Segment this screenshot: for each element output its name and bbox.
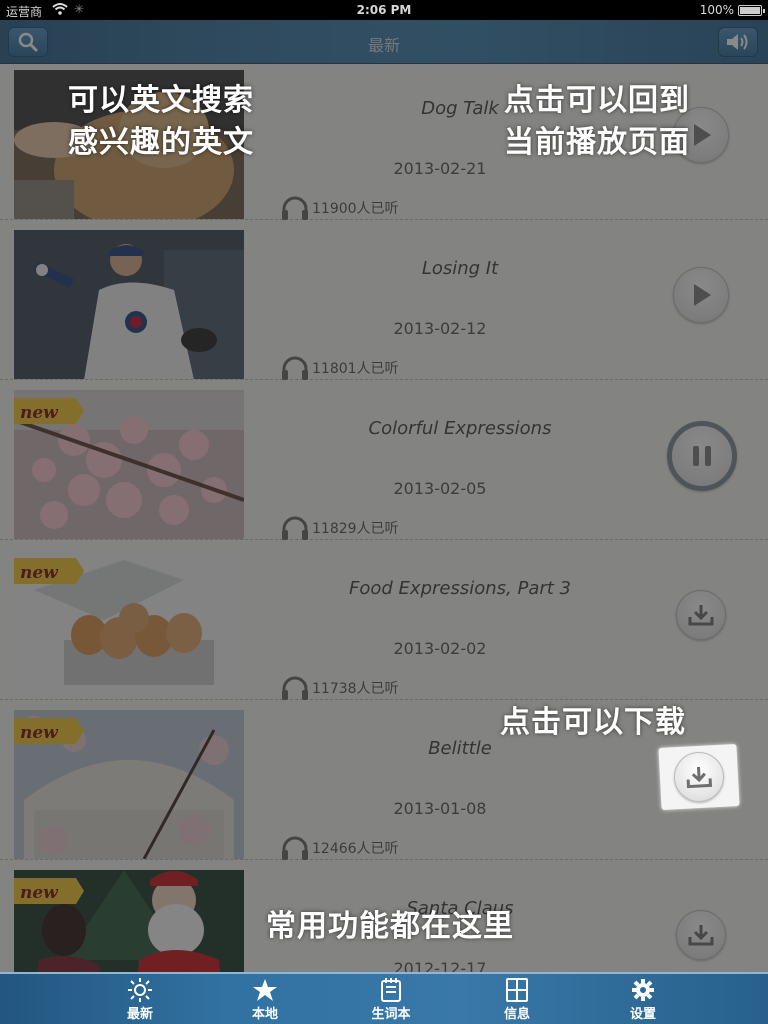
nav-header: 最新 <box>0 20 768 64</box>
episode-thumbnail: new <box>14 710 244 859</box>
tip-player-line2: 当前播放页面 <box>504 125 690 160</box>
episode-date: 2013-02-12 <box>393 319 487 338</box>
page-title: 最新 <box>367 36 400 55</box>
list-item[interactable]: Losing It 2013-02-12 11801人已听 <box>0 220 768 380</box>
listener-count: 11738人已听 <box>280 675 399 701</box>
tab-info[interactable]: 信息 <box>482 978 552 1022</box>
new-badge: new <box>14 398 84 424</box>
headphones-icon <box>282 196 308 220</box>
tab-vocabulary[interactable]: 生词本 <box>356 978 426 1022</box>
list-item[interactable]: new Food Expressions, Part 3 2013-02-02 … <box>0 540 768 700</box>
tab-local[interactable]: 本地 <box>230 978 300 1022</box>
episode-date: 2013-02-02 <box>393 639 487 658</box>
star-icon <box>253 979 277 1001</box>
tab-label: 最新 <box>126 1007 153 1022</box>
battery-icon <box>738 5 765 16</box>
listener-count: 11829人已听 <box>280 515 399 541</box>
svg-text:new: new <box>20 883 59 903</box>
tab-label: 本地 <box>251 1007 278 1022</box>
episode-title[interactable]: Food Expressions, Part 3 <box>260 578 660 599</box>
download-button[interactable] <box>672 906 730 964</box>
tip-player-line1: 点击可以回到 <box>504 83 690 118</box>
headphones-icon <box>282 676 308 700</box>
tip-tabs: 常用功能都在这里 <box>266 909 514 944</box>
episode-thumbnail: new <box>14 870 244 976</box>
list-item[interactable]: new Colorful Expressions 2013-02-05 1182… <box>0 380 768 540</box>
now-playing-button[interactable] <box>718 27 758 57</box>
tab-bar: 最新 本地 生词本 信息 设置 <box>0 972 768 1024</box>
headphones-icon <box>282 836 308 860</box>
status-bar: 运营商 ✳ 2:06 PM 100% <box>0 0 768 20</box>
listener-count-text: 11738人已听 <box>312 681 399 697</box>
download-button-highlight[interactable] <box>658 744 740 810</box>
tip-search-line1: 可以英文搜索 <box>68 83 254 118</box>
episode-date: 2013-01-08 <box>393 799 487 818</box>
download-icon <box>686 766 713 789</box>
play-icon <box>694 124 711 146</box>
tab-latest[interactable]: 最新 <box>105 978 175 1022</box>
new-badge: new <box>14 558 84 584</box>
listener-count: 11900人已听 <box>280 195 399 221</box>
battery-percentage: 100% <box>699 3 734 17</box>
download-button[interactable] <box>672 586 730 644</box>
clock: 2:06 PM <box>356 3 412 17</box>
tip-search: 可以英文搜索 感兴趣的英文 <box>68 80 254 164</box>
play-button[interactable] <box>672 266 730 324</box>
svg-text:new: new <box>20 403 59 423</box>
listener-count-text: 11829人已听 <box>312 521 399 537</box>
download-icon <box>688 925 714 946</box>
tab-label: 设置 <box>629 1007 656 1022</box>
tab-label: 信息 <box>503 1007 530 1022</box>
listener-count: 11801人已听 <box>280 355 399 381</box>
tip-player: 点击可以回到 当前播放页面 <box>504 80 690 164</box>
info-grid-icon <box>506 978 528 1002</box>
episode-thumbnail: new <box>14 550 244 699</box>
tip-search-line2: 感兴趣的英文 <box>68 125 254 160</box>
sun-icon <box>128 978 152 1002</box>
episode-title[interactable]: Colorful Expressions <box>260 418 660 439</box>
episode-date: 2013-02-05 <box>393 479 487 498</box>
headphones-icon <box>282 356 308 380</box>
headphones-icon <box>282 516 308 540</box>
listener-count: 12466人已听 <box>280 835 399 861</box>
gear-icon <box>632 979 654 1001</box>
pause-button[interactable] <box>666 420 738 492</box>
tab-label: 生词本 <box>371 1007 411 1022</box>
new-badge: new <box>14 718 84 744</box>
play-icon <box>694 284 711 306</box>
pause-icon <box>693 446 711 466</box>
listener-count-text: 12466人已听 <box>312 841 399 857</box>
episode-list[interactable]: Dog Talk 2013-02-21 11900人已听 Losing It 2… <box>0 64 768 976</box>
download-icon <box>688 605 714 626</box>
svg-text:new: new <box>20 723 59 743</box>
episode-title[interactable]: Losing It <box>260 258 660 279</box>
episode-thumbnail: new <box>14 390 244 539</box>
notebook-icon <box>381 978 401 1002</box>
episode-thumbnail <box>14 230 244 379</box>
new-badge: new <box>14 878 84 904</box>
svg-text:new: new <box>20 563 59 583</box>
listener-count-text: 11801人已听 <box>312 361 399 377</box>
listener-count-text: 11900人已听 <box>312 201 399 217</box>
tip-download: 点击可以下载 <box>500 705 686 740</box>
speaker-icon <box>727 34 748 50</box>
tab-settings[interactable]: 设置 <box>608 978 678 1022</box>
